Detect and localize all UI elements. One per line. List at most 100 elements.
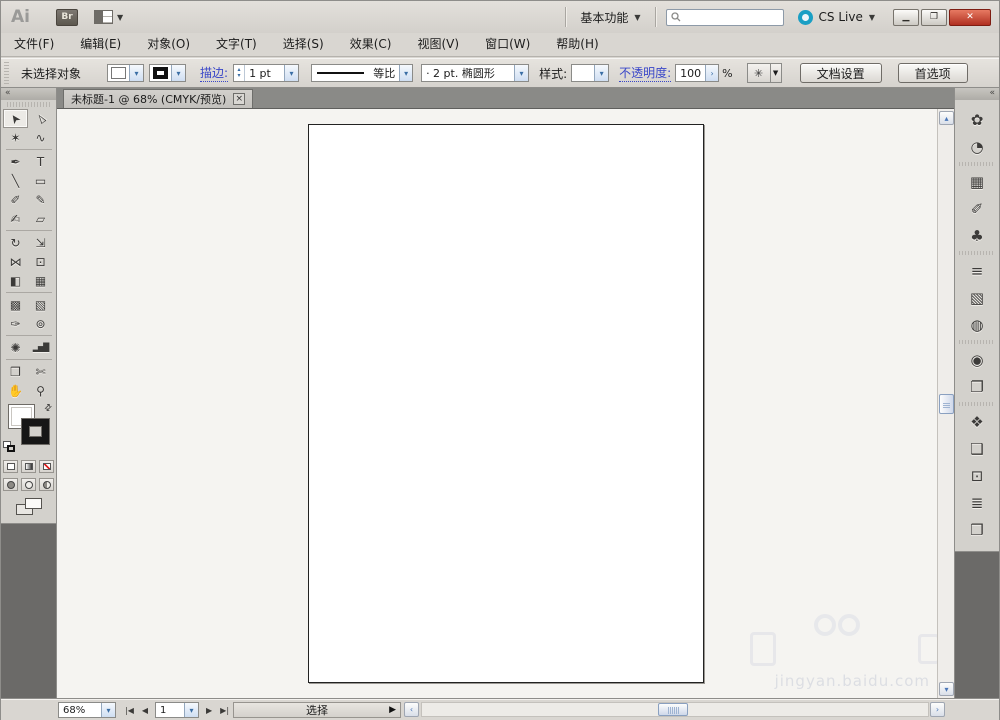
scroll-left-button[interactable]: ‹	[404, 702, 419, 717]
document-tab[interactable]: 未标题-1 @ 68% (CMYK/预览) ×	[63, 89, 254, 108]
symbol-sprayer-tool[interactable]: ✺	[3, 338, 28, 357]
free-transform-tool[interactable]: ⊡	[28, 252, 53, 271]
type-tool[interactable]: T	[28, 152, 53, 171]
stroke-color-combo[interactable]: ▾	[149, 64, 187, 82]
scroll-right-button[interactable]: ›	[930, 702, 945, 717]
preferences-button[interactable]: 首选项	[897, 63, 968, 83]
lasso-tool[interactable]: ∿	[28, 128, 53, 147]
fill-color-combo[interactable]: ▾	[107, 64, 145, 82]
direct-selection-tool[interactable]: ▻	[28, 109, 53, 128]
color-button[interactable]	[3, 460, 18, 473]
menu-view[interactable]: 视图(V)	[404, 33, 472, 56]
stroke-proxy[interactable]	[22, 419, 49, 444]
shape-builder-tool[interactable]: ◧	[3, 271, 28, 290]
tools-panel-grip[interactable]	[7, 102, 50, 107]
last-artboard-button[interactable]: ▶|	[217, 702, 232, 718]
transform-panel[interactable]: ⊡	[961, 462, 993, 489]
menu-type[interactable]: 文字(T)	[203, 33, 270, 56]
gradient-tool[interactable]: ▧	[28, 295, 53, 314]
tools-panel-header[interactable]: «	[1, 88, 56, 100]
zoom-tool[interactable]: ⚲	[28, 381, 53, 400]
artboards-panel[interactable]: ❑	[961, 435, 993, 462]
search-input[interactable]	[683, 11, 774, 23]
menu-file[interactable]: 文件(F)	[1, 33, 67, 56]
menu-effect[interactable]: 效果(C)	[337, 33, 405, 56]
eraser-tool[interactable]: ▱	[28, 209, 53, 228]
color-guide-panel[interactable]: ◔	[961, 133, 993, 160]
pathfinder-panel[interactable]: ❒	[961, 516, 993, 543]
layers-panel[interactable]: ❖	[961, 408, 993, 435]
pen-tool[interactable]: ✒	[3, 152, 28, 171]
artboard-tool[interactable]: ❒	[3, 362, 28, 381]
first-artboard-button[interactable]: |◀	[122, 702, 137, 718]
graphic-styles-panel[interactable]: ❐	[961, 373, 993, 400]
selection-tool[interactable]: ➤	[3, 109, 28, 128]
menu-select[interactable]: 选择(S)	[270, 33, 337, 56]
panel-dock-header[interactable]: «	[955, 88, 999, 100]
minimize-button[interactable]: ▁	[893, 8, 919, 26]
artboard[interactable]	[308, 124, 704, 683]
scale-tool[interactable]: ⇲	[28, 233, 53, 252]
transparency-panel[interactable]: ◍	[961, 311, 993, 338]
document-setup-button[interactable]: 文档设置	[799, 63, 882, 83]
vertical-scrollbar[interactable]: ▴ ▾	[937, 109, 954, 698]
draw-behind-button[interactable]	[21, 478, 36, 491]
width-tool[interactable]: ⋈	[3, 252, 28, 271]
next-artboard-button[interactable]: ▶	[203, 702, 215, 718]
mesh-tool[interactable]: ▩	[3, 295, 28, 314]
none-button[interactable]	[39, 460, 54, 473]
draw-normal-button[interactable]	[3, 478, 18, 491]
eyedropper-tool[interactable]: ✑	[3, 314, 28, 333]
hand-tool[interactable]: ✋	[3, 381, 28, 400]
select-similar-button[interactable]: ✳ ▼	[746, 63, 782, 83]
scroll-up-button[interactable]: ▴	[939, 111, 954, 125]
brushes-panel[interactable]: ✐	[961, 195, 993, 222]
align-panel[interactable]: ≣	[961, 489, 993, 516]
default-fill-stroke-icon[interactable]	[3, 441, 17, 453]
workspace-switcher[interactable]: 基本功能 ▼	[576, 7, 644, 28]
zoom-level-combo[interactable]: 68% ▾	[58, 702, 116, 718]
panel-grip[interactable]	[4, 62, 9, 84]
bridge-button[interactable]: Br	[55, 8, 78, 26]
canvas[interactable]: jingyan.baidu.com ▴ ▾	[57, 109, 954, 698]
gradient-button[interactable]	[21, 460, 36, 473]
rectangle-tool[interactable]: ▭	[28, 171, 53, 190]
slice-tool[interactable]: ✄	[28, 362, 53, 381]
cs-live-button[interactable]: CS Live ▼	[797, 9, 875, 25]
horizontal-scroll-thumb[interactable]	[658, 703, 688, 716]
symbols-panel[interactable]: ♣	[961, 222, 993, 249]
rotate-tool[interactable]: ↻	[3, 233, 28, 252]
style-combo[interactable]: ▾	[571, 64, 610, 82]
vertical-scroll-thumb[interactable]	[939, 394, 954, 414]
menu-window[interactable]: 窗口(W)	[472, 33, 543, 56]
menu-help[interactable]: 帮助(H)	[543, 33, 611, 56]
previous-artboard-button[interactable]: ◀	[139, 702, 151, 718]
opacity-link[interactable]: 不透明度:	[619, 64, 672, 82]
menu-edit[interactable]: 编辑(E)	[67, 33, 134, 56]
opacity-combo[interactable]: 100 ›	[675, 64, 720, 82]
line-segment-tool[interactable]: ╲	[3, 171, 28, 190]
blob-brush-tool[interactable]: ✍	[3, 209, 28, 228]
screen-mode-button[interactable]	[15, 498, 42, 515]
brush-definition-combo[interactable]: · 2 pt. 椭圆形 ▾	[421, 64, 530, 82]
artboard-number-combo[interactable]: 1 ▾	[155, 702, 200, 718]
stroke-panel[interactable]: ≡	[961, 257, 993, 284]
gradient-panel[interactable]: ▧	[961, 284, 993, 311]
status-display[interactable]: 选择 ▶	[233, 702, 401, 718]
swatches-panel[interactable]: ▦	[961, 168, 993, 195]
appearance-panel[interactable]: ◉	[961, 346, 993, 373]
search-box[interactable]	[665, 8, 784, 26]
pencil-tool[interactable]: ✎	[28, 190, 53, 209]
arrange-documents-button[interactable]: ▼	[93, 10, 123, 24]
column-graph-tool[interactable]: ▂▅█	[28, 338, 53, 357]
close-button[interactable]: ✕	[949, 8, 991, 26]
perspective-grid-tool[interactable]: ▦	[28, 271, 53, 290]
scroll-down-button[interactable]: ▾	[939, 682, 954, 696]
restore-button[interactable]: ❐	[921, 8, 947, 26]
width-profile-combo[interactable]: 等比 ▾	[311, 64, 414, 82]
tab-close-icon[interactable]: ×	[233, 93, 246, 105]
paintbrush-tool[interactable]: ✐	[3, 190, 28, 209]
menu-object[interactable]: 对象(O)	[134, 33, 203, 56]
swap-fill-stroke-icon[interactable]: ⇄	[43, 402, 55, 414]
stroke-weight-stepper[interactable]: ▴ ▾	[234, 65, 246, 81]
